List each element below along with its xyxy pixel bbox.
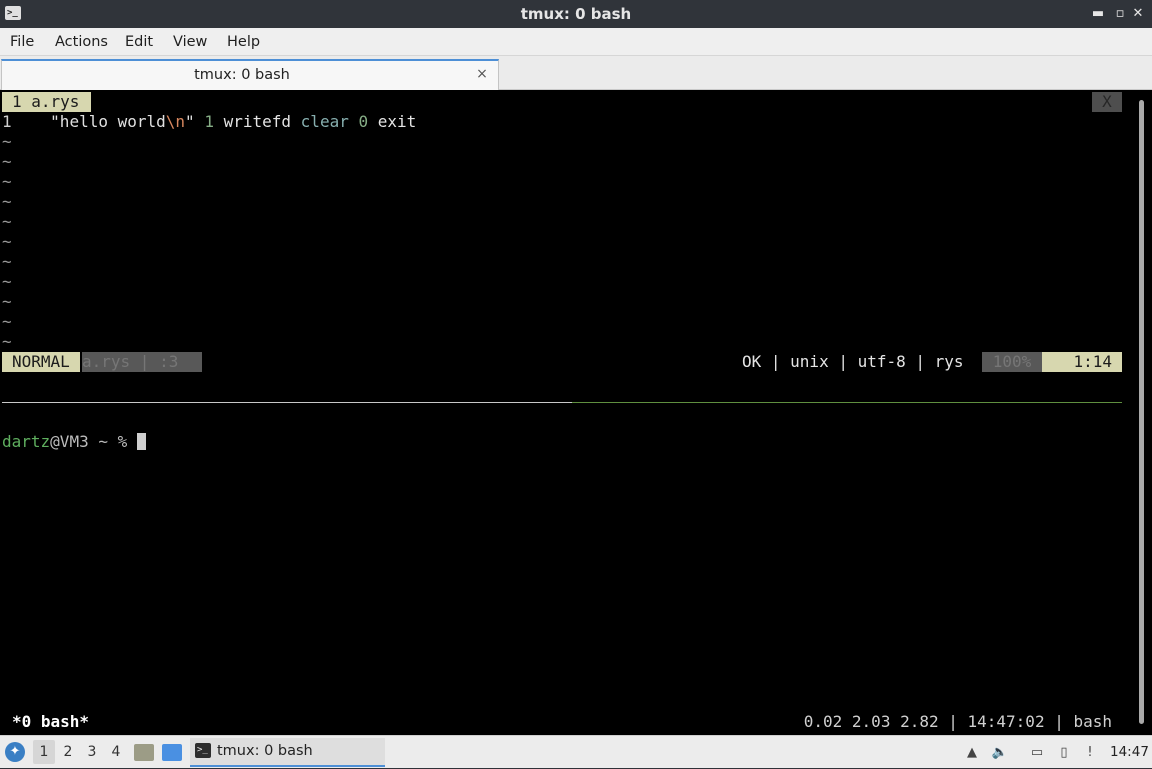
tilde-line: ~	[2, 152, 12, 171]
text-cursor	[136, 433, 146, 450]
vim-percent: 100%	[982, 352, 1042, 372]
code-string-end: "	[185, 112, 195, 131]
minimize-icon[interactable]: ▬	[1088, 4, 1108, 24]
vim-statusline: NORMAL a.rys | :3 OK | unix | utf-8 | ry…	[2, 352, 1122, 372]
workspace-1[interactable]: 1	[33, 740, 55, 764]
tilde-line: ~	[2, 332, 12, 351]
vim-file-info: a.rys | :3	[82, 352, 202, 372]
workspace-4[interactable]: 4	[105, 740, 127, 764]
code-clear: clear	[300, 112, 349, 131]
tilde-line: ~	[2, 192, 12, 211]
workspace-3[interactable]: 3	[81, 740, 103, 764]
menu-help[interactable]: Help	[227, 28, 260, 56]
window-titlebar: >_ tmux: 0 bash ▬ ▫ ✕	[0, 0, 1152, 28]
pane-divider[interactable]	[2, 402, 572, 403]
tilde-line: ~	[2, 252, 12, 271]
menu-edit[interactable]: Edit	[125, 28, 153, 56]
network-icon[interactable]: ▭	[1027, 743, 1047, 763]
terminal-scrollbar[interactable]	[1134, 94, 1150, 730]
tab-close-icon[interactable]: ×	[474, 65, 490, 83]
code-escape: \n	[165, 112, 186, 131]
tilde-line: ~	[2, 172, 12, 191]
tilde-line: ~	[2, 232, 12, 251]
show-desktop-icon[interactable]	[162, 744, 182, 761]
vim-cursor-position: 1:14	[1042, 352, 1122, 372]
menu-bar: File Actions Edit View Help	[0, 28, 1152, 56]
terminal-icon: >_	[195, 743, 211, 758]
vim-file-format: OK | unix | utf-8 | rys	[742, 352, 964, 371]
shell-prompt[interactable]: dartz@VM3 ~ %	[2, 432, 146, 452]
taskbar-window-button[interactable]: >_ tmux: 0 bash	[190, 738, 385, 767]
prompt-host: @VM3 ~ %	[50, 432, 137, 451]
close-window-icon[interactable]: ✕	[1128, 4, 1148, 24]
workspace-2[interactable]: 2	[57, 740, 79, 764]
pane-divider-active[interactable]	[572, 402, 1122, 403]
tilde-line: ~	[2, 312, 12, 331]
tmux-status-right: 0.02 2.03 2.82 | 14:47:02 | bash	[803, 712, 1112, 731]
volume-icon[interactable]: 🔈	[990, 743, 1010, 763]
code-number-2: 0	[358, 112, 369, 131]
tilde-line: ~	[2, 272, 12, 291]
taskbar: ✦ 1 2 3 4 >_ tmux: 0 bash ▲ 🔈 ▭ ▯ ! 14:4…	[0, 735, 1152, 768]
tab-tmux[interactable]: tmux: 0 bash ×	[1, 59, 499, 90]
menu-actions[interactable]: Actions	[55, 28, 108, 56]
code-exit: exit	[377, 112, 417, 131]
code-string: "hello world	[50, 112, 166, 131]
clock[interactable]: 14:47	[1110, 736, 1149, 769]
tmux-window-label[interactable]: *0 bash*	[12, 712, 89, 732]
vim-buffer-tab[interactable]: 1 a.rys	[2, 92, 92, 112]
prompt-user: dartz	[2, 432, 51, 451]
menu-file[interactable]: File	[10, 28, 34, 56]
tilde-line: ~	[2, 212, 12, 231]
tab-label: tmux: 0 bash	[194, 67, 290, 83]
file-manager-icon[interactable]	[134, 744, 154, 761]
vim-close-tab[interactable]: X	[1092, 92, 1122, 112]
line-number: 1	[2, 112, 12, 131]
vim-code-line: 1 "hello world\n" 1 writefd clear 0 exit	[2, 112, 416, 132]
scrollbar-thumb[interactable]	[1139, 100, 1144, 724]
tab-bar: tmux: 0 bash ×	[0, 56, 1152, 90]
code-number: 1	[204, 112, 214, 131]
tilde-line: ~	[2, 292, 12, 311]
clipboard-icon[interactable]: ▯	[1054, 743, 1074, 763]
code-writefd: writefd	[223, 112, 292, 131]
menu-view[interactable]: View	[173, 28, 207, 56]
restore-icon[interactable]: ▫	[1110, 4, 1130, 24]
notification-icon[interactable]: !	[1080, 743, 1100, 763]
terminal-area[interactable]: 1 a.rys X 1 "hello world\n" 1 writefd cl…	[0, 90, 1152, 735]
taskbar-window-label: tmux: 0 bash	[217, 743, 313, 759]
start-menu-icon[interactable]: ✦	[5, 742, 25, 762]
tilde-line: ~	[2, 132, 12, 151]
battery-icon[interactable]: ▲	[962, 743, 982, 763]
window-title: tmux: 0 bash	[520, 5, 632, 23]
vim-mode: NORMAL	[2, 352, 80, 372]
tmux-status-bar: *0 bash* 0.02 2.03 2.82 | 14:47:02 | bas…	[0, 712, 1130, 732]
